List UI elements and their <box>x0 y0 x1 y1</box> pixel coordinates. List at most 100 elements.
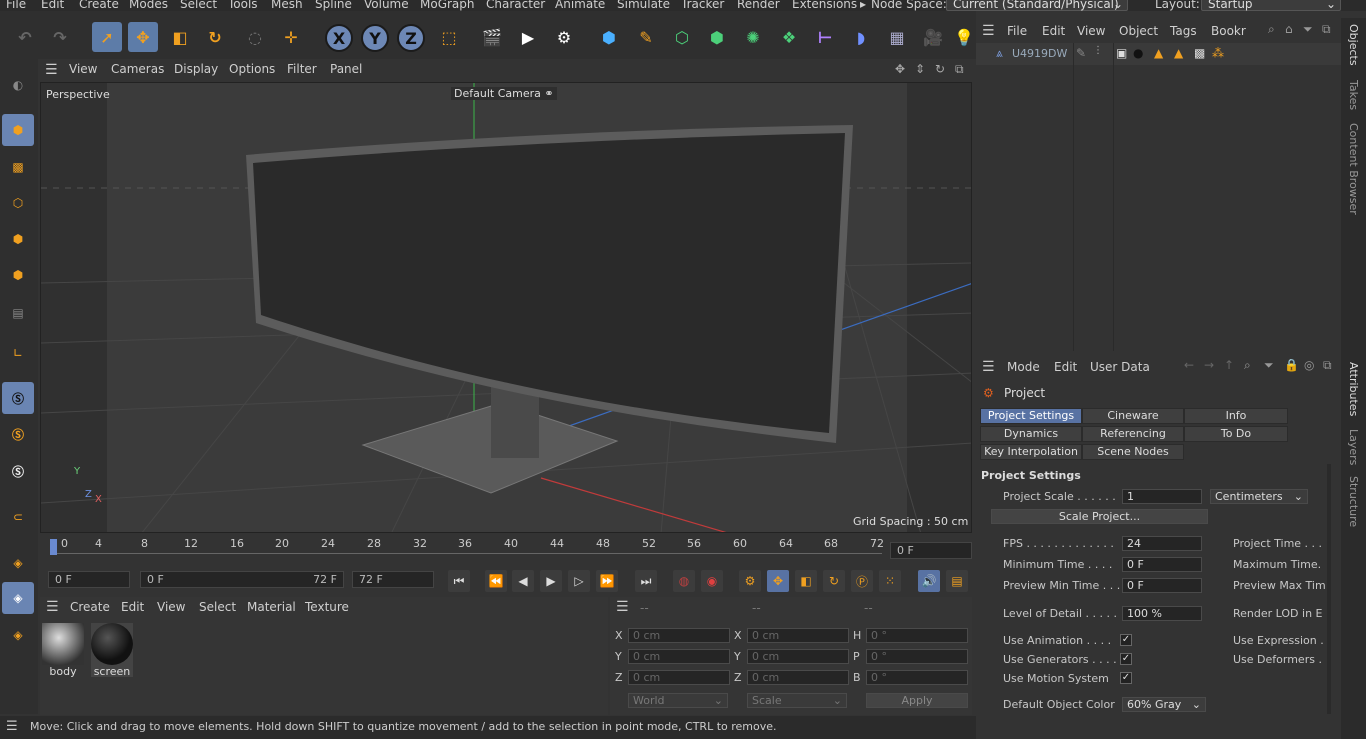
target-icon[interactable]: ◎ <box>1304 358 1314 372</box>
tag-extra-icon[interactable]: ⁂ <box>1212 46 1224 60</box>
select-tool-icon[interactable]: ➚ <box>92 22 122 52</box>
hamburger-icon[interactable]: ☰ <box>45 62 58 78</box>
material-menu-select[interactable]: Select <box>199 600 236 614</box>
z-axis-lock-icon[interactable]: Z <box>397 24 425 52</box>
tab-to-do[interactable]: To Do <box>1184 426 1288 442</box>
size-z-field[interactable]: 0 cm <box>747 670 849 685</box>
use-generators-checkbox[interactable]: ✓ <box>1120 653 1132 665</box>
points-mode-icon[interactable]: ⬡ <box>2 187 34 219</box>
project-scale-unit-dropdown[interactable]: Centimeters ⌄ <box>1210 489 1308 504</box>
record-icon[interactable]: ◉ <box>701 570 723 592</box>
deformer-icon[interactable]: ⊢ <box>810 22 840 52</box>
tab-info[interactable]: Info <box>1184 408 1288 424</box>
tab-key-interpolation[interactable]: Key Interpolation <box>980 444 1082 460</box>
tab-dynamics[interactable]: Dynamics <box>980 426 1082 442</box>
new-window-icon[interactable]: ⧉ <box>1322 22 1331 37</box>
move-tool-icon[interactable]: ✥ <box>128 22 158 52</box>
current-frame-field[interactable]: 0 F <box>890 542 972 559</box>
pan-icon[interactable]: ✥ <box>895 62 905 76</box>
hamburger-icon[interactable]: ☰ <box>616 599 629 615</box>
timeline-ruler[interactable]: 0 4 8 12 16 20 24 28 32 36 40 44 48 52 5… <box>40 535 972 564</box>
pen-icon[interactable]: ✎ <box>631 22 661 52</box>
coord-space-dropdown[interactable]: World ⌄ <box>628 693 728 708</box>
coordinate-system-icon[interactable]: ⬚ <box>434 22 464 52</box>
tab-scene-nodes[interactable]: Scene Nodes <box>1082 444 1184 460</box>
sound-icon[interactable]: 🔊 <box>918 570 940 592</box>
tab-project-settings[interactable]: Project Settings <box>980 408 1082 424</box>
back-arrow-icon[interactable]: ← <box>1184 358 1194 372</box>
x-axis-lock-icon[interactable]: X <box>325 24 353 52</box>
tab-referencing[interactable]: Referencing <box>1082 426 1184 442</box>
playhead[interactable] <box>50 539 57 555</box>
filter-icon[interactable]: ⏷ <box>1303 22 1313 37</box>
menu-modes[interactable]: Modes <box>129 0 168 11</box>
uv-mode-icon[interactable]: ▤ <box>2 297 34 329</box>
light-icon[interactable]: 💡 <box>954 22 974 52</box>
axis-mode-icon[interactable]: ∟ <box>2 337 34 369</box>
side-tab-objects[interactable]: Objects <box>1347 24 1360 66</box>
autokey-icon[interactable]: ◍ <box>673 570 695 592</box>
previous-key-icon[interactable]: ⏪ <box>485 570 507 592</box>
menu-more-arrow[interactable]: ▸ <box>860 0 866 11</box>
orbit-icon[interactable]: ↻ <box>935 62 945 76</box>
render-settings-icon[interactable]: ⚙ <box>549 22 579 52</box>
scale-project-button[interactable]: Scale Project... <box>991 509 1208 524</box>
film-icon[interactable]: ▤ <box>946 570 968 592</box>
record-pla-icon[interactable]: ⁙ <box>879 570 901 592</box>
cloner-icon[interactable]: ✺ <box>738 22 768 52</box>
material-menu-texture[interactable]: Texture <box>305 600 349 614</box>
record-rotation-icon[interactable]: ↻ <box>823 570 845 592</box>
menu-render[interactable]: Render <box>737 0 780 11</box>
min-time-field[interactable]: 0 F <box>1122 557 1202 572</box>
model-mode-icon[interactable]: ⬢ <box>2 114 34 146</box>
menu-spline[interactable]: Spline <box>315 0 352 11</box>
material-screen[interactable]: screen <box>91 623 133 678</box>
move-axis-icon[interactable]: ✛ <box>276 22 306 52</box>
object-menu-file[interactable]: File <box>1007 24 1027 38</box>
viewport-menu-filter[interactable]: Filter <box>287 62 317 76</box>
object-menu-bookmarks[interactable]: Bookr <box>1211 24 1246 38</box>
camera-icon[interactable]: 🎥 <box>918 22 948 52</box>
keyframe-selection-icon[interactable]: ⚙ <box>739 570 761 592</box>
hamburger-icon[interactable]: ☰ <box>6 719 18 734</box>
next-key-icon[interactable]: ⏩ <box>596 570 618 592</box>
polygons-mode-icon[interactable]: ⬢ <box>2 259 34 291</box>
menu-create[interactable]: Create <box>79 0 119 11</box>
new-window-icon[interactable]: ⧉ <box>1323 358 1332 373</box>
up-arrow-icon[interactable]: ↑ <box>1224 358 1234 372</box>
search-icon[interactable]: ⌕ <box>1268 22 1275 37</box>
cube-icon[interactable]: ⬢ <box>594 22 624 52</box>
filter-icon[interactable]: ⏷ <box>1264 358 1274 373</box>
snap-icon[interactable]: Ⓢ <box>2 382 34 414</box>
redo-icon[interactable]: ↷ <box>45 22 75 52</box>
go-to-start-icon[interactable]: ⏮ <box>448 570 470 592</box>
grid-plane-icon[interactable]: ◈ <box>2 582 34 614</box>
tag-phong-icon-2[interactable]: ▲ <box>1174 46 1183 60</box>
next-frame-icon[interactable]: ▷ <box>568 570 590 592</box>
extrude-icon[interactable]: ⬢ <box>702 22 732 52</box>
default-color-dropdown[interactable]: 60% Gray ⌄ <box>1122 697 1206 712</box>
menu-tracker[interactable]: Tracker <box>681 0 724 11</box>
menu-animate[interactable]: Animate <box>555 0 605 11</box>
viewport-menu-panel[interactable]: Panel <box>330 62 362 76</box>
snap-settings-icon[interactable]: Ⓢ <box>2 418 34 450</box>
size-y-field[interactable]: 0 cm <box>747 649 849 664</box>
forward-arrow-icon[interactable]: → <box>1204 358 1214 372</box>
edges-mode-icon[interactable]: ⬢ <box>2 223 34 255</box>
object-menu-object[interactable]: Object <box>1119 24 1158 38</box>
attr-menu-user-data[interactable]: User Data <box>1090 360 1150 374</box>
y-axis-lock-icon[interactable]: Y <box>361 24 389 52</box>
visibility-dots-icon[interactable]: ⋮ <box>1093 45 1103 56</box>
rot-b-field[interactable]: 0 ° <box>866 670 968 685</box>
attr-menu-edit[interactable]: Edit <box>1054 360 1077 374</box>
coord-mode-dropdown[interactable]: Scale ⌄ <box>747 693 847 708</box>
preview-min-field[interactable]: 0 F <box>1122 578 1202 593</box>
rotate-tool-icon[interactable]: ↻ <box>200 22 230 52</box>
use-motion-checkbox[interactable]: ✓ <box>1120 672 1132 684</box>
render-view-icon[interactable]: 🎬 <box>477 22 507 52</box>
side-tab-takes[interactable]: Takes <box>1347 80 1360 110</box>
material-menu-edit[interactable]: Edit <box>121 600 144 614</box>
start-frame-field[interactable]: 0 F <box>48 571 130 588</box>
object-menu-edit[interactable]: Edit <box>1042 24 1065 38</box>
magnet-icon[interactable]: ⊂ <box>2 501 34 533</box>
